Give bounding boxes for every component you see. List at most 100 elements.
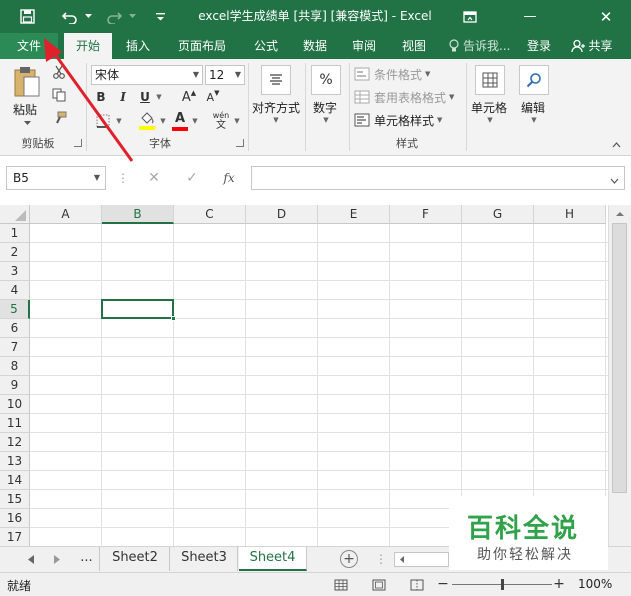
- tab-insert[interactable]: 插入: [116, 33, 160, 59]
- cell-styles-button[interactable]: 单元格样式 ▼: [354, 110, 442, 130]
- row-header-6[interactable]: 6: [0, 319, 30, 338]
- column-header-c[interactable]: C: [174, 205, 246, 224]
- row-header-12[interactable]: 12: [0, 433, 30, 452]
- zoom-out-button[interactable]: −: [436, 575, 450, 593]
- confirm-button[interactable]: ✓: [181, 168, 203, 188]
- format-painter-icon[interactable]: [50, 109, 68, 127]
- row-header-8[interactable]: 8: [0, 357, 30, 376]
- paste-dropdown-icon[interactable]: [12, 117, 42, 129]
- column-header-h[interactable]: H: [534, 205, 606, 224]
- font-color-button[interactable]: A: [170, 110, 190, 132]
- fill-dropdown-icon[interactable]: ▼: [158, 113, 168, 129]
- row-header-5[interactable]: 5: [0, 300, 30, 319]
- tab-review[interactable]: 审阅: [342, 33, 386, 59]
- cancel-button[interactable]: ✕: [143, 168, 165, 188]
- alignment-dropdown-icon[interactable]: ▼: [268, 115, 284, 125]
- row-header-2[interactable]: 2: [0, 243, 30, 262]
- row-header-15[interactable]: 15: [0, 490, 30, 509]
- expand-formula-icon[interactable]: [610, 173, 619, 187]
- redo-dropdown-icon[interactable]: [126, 0, 138, 33]
- page-break-view-button[interactable]: [408, 576, 426, 593]
- redo-icon[interactable]: [102, 0, 126, 33]
- active-cell[interactable]: [101, 299, 174, 319]
- paste-button[interactable]: [10, 63, 44, 101]
- formula-bar-drag-handle-icon[interactable]: ⋮: [117, 170, 129, 186]
- zoom-in-button[interactable]: +: [552, 575, 566, 593]
- save-icon[interactable]: [14, 0, 40, 33]
- undo-dropdown-icon[interactable]: [82, 0, 94, 33]
- undo-icon[interactable]: [58, 0, 82, 33]
- tab-page-layout[interactable]: 页面布局: [170, 33, 234, 59]
- row-header-17[interactable]: 17: [0, 528, 30, 546]
- italic-button[interactable]: I: [115, 88, 131, 106]
- scroll-up-icon[interactable]: [609, 207, 631, 221]
- scroll-left-icon[interactable]: [397, 553, 407, 566]
- insert-function-button[interactable]: fx: [218, 168, 240, 188]
- conditional-formatting-button[interactable]: 条件格式 ▼: [354, 64, 430, 84]
- column-header-e[interactable]: E: [318, 205, 390, 224]
- normal-view-button[interactable]: [332, 576, 350, 593]
- cells-dropdown-icon[interactable]: ▼: [482, 115, 498, 125]
- row-header-16[interactable]: 16: [0, 509, 30, 528]
- row-header-14[interactable]: 14: [0, 471, 30, 490]
- sheet-tab-sheet4[interactable]: Sheet4: [239, 547, 307, 571]
- phonetic-dropdown-icon[interactable]: ▼: [232, 113, 242, 129]
- page-layout-view-button[interactable]: [370, 576, 388, 593]
- alignment-button[interactable]: [261, 65, 291, 95]
- copy-icon[interactable]: [50, 86, 68, 104]
- minimize-button[interactable]: —: [510, 0, 550, 33]
- clipboard-launcher-icon[interactable]: [74, 139, 82, 147]
- grow-font-button[interactable]: A ▲: [180, 88, 198, 106]
- column-header-a[interactable]: A: [30, 205, 102, 224]
- bold-button[interactable]: B: [93, 88, 109, 106]
- row-header-1[interactable]: 1: [0, 224, 30, 243]
- sheet-tab-sheet2[interactable]: Sheet2: [101, 547, 170, 571]
- share-button[interactable]: 共享: [562, 33, 622, 59]
- row-header-11[interactable]: 11: [0, 414, 30, 433]
- shrink-font-button[interactable]: A ▼: [204, 88, 222, 106]
- scrollbar-thumb[interactable]: [612, 223, 627, 493]
- row-header-9[interactable]: 9: [0, 376, 30, 395]
- font-name-combo[interactable]: 宋体 ▼: [91, 65, 203, 85]
- column-header-b[interactable]: B: [102, 205, 174, 224]
- tell-me-box[interactable]: 告诉我...: [448, 33, 518, 59]
- name-box[interactable]: B5 ▼: [6, 166, 106, 190]
- tab-view[interactable]: 视图: [392, 33, 436, 59]
- collapse-ribbon-icon[interactable]: [608, 139, 624, 151]
- vertical-scrollbar[interactable]: [608, 205, 631, 546]
- cells-button[interactable]: [475, 65, 505, 95]
- font-launcher-icon[interactable]: [236, 139, 244, 147]
- underline-button[interactable]: U: [137, 88, 153, 106]
- tab-formulas[interactable]: 公式: [244, 33, 288, 59]
- sheet-bar-splitter-icon[interactable]: ⋮: [375, 552, 387, 566]
- close-button[interactable]: ✕: [586, 0, 626, 33]
- editing-dropdown-icon[interactable]: ▼: [526, 115, 542, 125]
- phonetic-button[interactable]: wén 文: [210, 110, 232, 132]
- borders-button[interactable]: [93, 112, 113, 130]
- row-header-4[interactable]: 4: [0, 281, 30, 300]
- column-header-d[interactable]: D: [246, 205, 318, 224]
- number-format-button[interactable]: %: [311, 65, 341, 95]
- row-header-10[interactable]: 10: [0, 395, 30, 414]
- zoom-level[interactable]: 100%: [578, 577, 612, 591]
- row-header-3[interactable]: 3: [0, 262, 30, 281]
- zoom-slider[interactable]: [452, 579, 552, 590]
- fill-color-button[interactable]: [136, 110, 158, 132]
- tab-data[interactable]: 数据: [293, 33, 337, 59]
- select-all-corner[interactable]: [0, 205, 30, 224]
- column-header-f[interactable]: F: [390, 205, 462, 224]
- editing-button[interactable]: [519, 65, 549, 95]
- horizontal-scrollbar[interactable]: [394, 552, 449, 567]
- zoom-slider-thumb[interactable]: [501, 579, 504, 590]
- add-sheet-button[interactable]: +: [340, 550, 358, 568]
- format-as-table-button[interactable]: 套用表格格式 ▼: [354, 87, 454, 107]
- borders-dropdown-icon[interactable]: ▼: [114, 113, 124, 129]
- previous-sheet-icon[interactable]: [24, 551, 38, 567]
- cut-icon[interactable]: [50, 63, 68, 81]
- tab-home[interactable]: 开始: [64, 33, 112, 59]
- number-dropdown-icon[interactable]: ▼: [318, 115, 334, 125]
- ribbon-display-options-button[interactable]: [450, 0, 490, 33]
- tab-file[interactable]: 文件: [0, 33, 58, 59]
- sheet-overflow[interactable]: ...: [74, 547, 100, 571]
- fill-handle[interactable]: [171, 316, 176, 321]
